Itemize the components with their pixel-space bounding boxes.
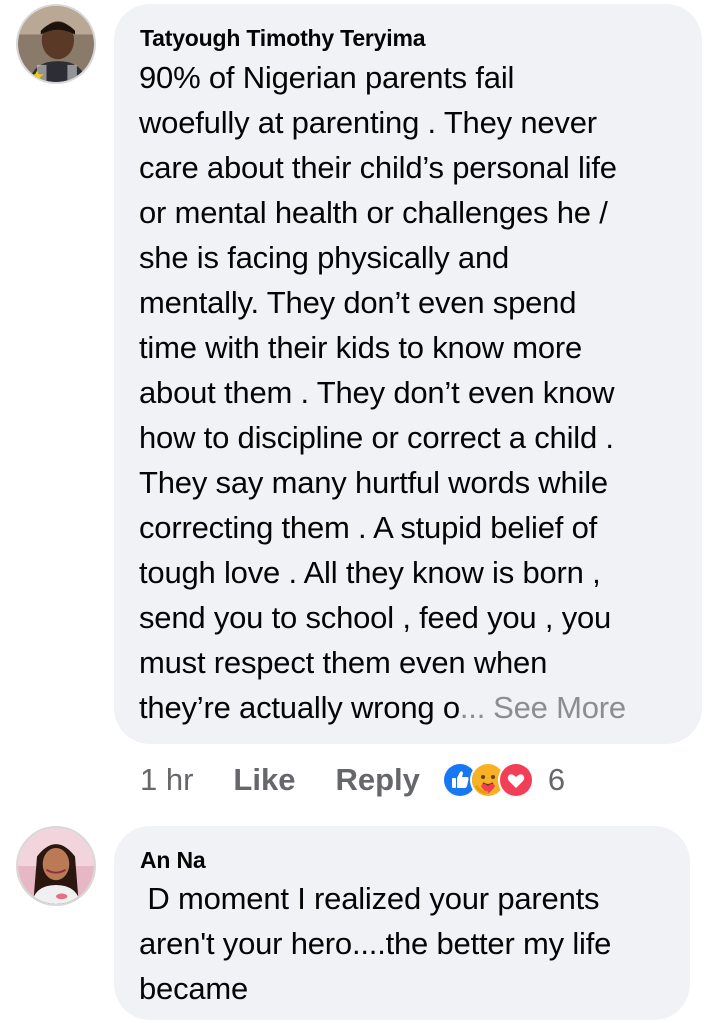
comment-line: care about their child’s personal life [139, 150, 617, 185]
comment-bubble: An Na D moment I realized your parents a… [114, 826, 690, 1020]
like-button[interactable]: Like [233, 762, 295, 798]
reaction-count[interactable]: 6 [548, 762, 565, 798]
comment-line: how to discipline or correct a child . [139, 420, 614, 455]
comment-author[interactable]: Tatyough Timothy Teryima [140, 24, 425, 52]
comment-bubble: Tatyough Timothy Teryima 90% of Nigerian… [114, 4, 702, 744]
comment-line: mentally. They don’t even spend [139, 285, 577, 320]
comment-line: must respect them even when [139, 645, 548, 680]
see-more-ellipsis: ... [459, 690, 486, 725]
comment-line: tough love . All they know is born , [139, 555, 601, 590]
love-reaction-icon [497, 762, 534, 798]
comment-line: They say many hurtful words while [139, 465, 608, 500]
comment-actions: 1 hr Like Reply 6 [140, 758, 565, 802]
comment-line: woefully at parenting . They never [139, 105, 597, 140]
avatar-photo [18, 828, 94, 904]
comment-text: 90% of Nigerian parents fail woefully at… [139, 55, 699, 730]
comment-line: 90% of Nigerian parents fail [139, 60, 515, 95]
comment-line: she is facing physically and [139, 240, 510, 275]
comment-line: send you to school , feed you , you [139, 600, 612, 635]
avatar[interactable] [16, 826, 96, 906]
comment-timestamp[interactable]: 1 hr [140, 762, 193, 798]
comment-author[interactable]: An Na [140, 846, 206, 874]
comment-line: or mental health or challenges he / [139, 195, 608, 230]
comment-line: D moment I realized your parents [139, 881, 600, 916]
comment-line: correcting them . A stupid belief of [139, 510, 598, 545]
reply-button[interactable]: Reply [335, 762, 419, 798]
see-more-link[interactable]: See More [493, 690, 626, 725]
comment-text: D moment I realized your parents aren't … [139, 876, 684, 1011]
avatar[interactable] [16, 4, 96, 84]
comment-line: about them . They don’t even know [139, 375, 615, 410]
comment-truncated-text: they’re actually wrong o [139, 690, 460, 725]
avatar-photo [18, 6, 94, 82]
comment-line: aren't your hero....the better my life [139, 926, 612, 961]
comment-line: time with their kids to know more [139, 330, 583, 365]
comment-line: became [139, 971, 249, 1006]
reactions-summary[interactable] [441, 762, 534, 798]
comment-line-last: they’re actually wrong o... See More [139, 685, 699, 730]
